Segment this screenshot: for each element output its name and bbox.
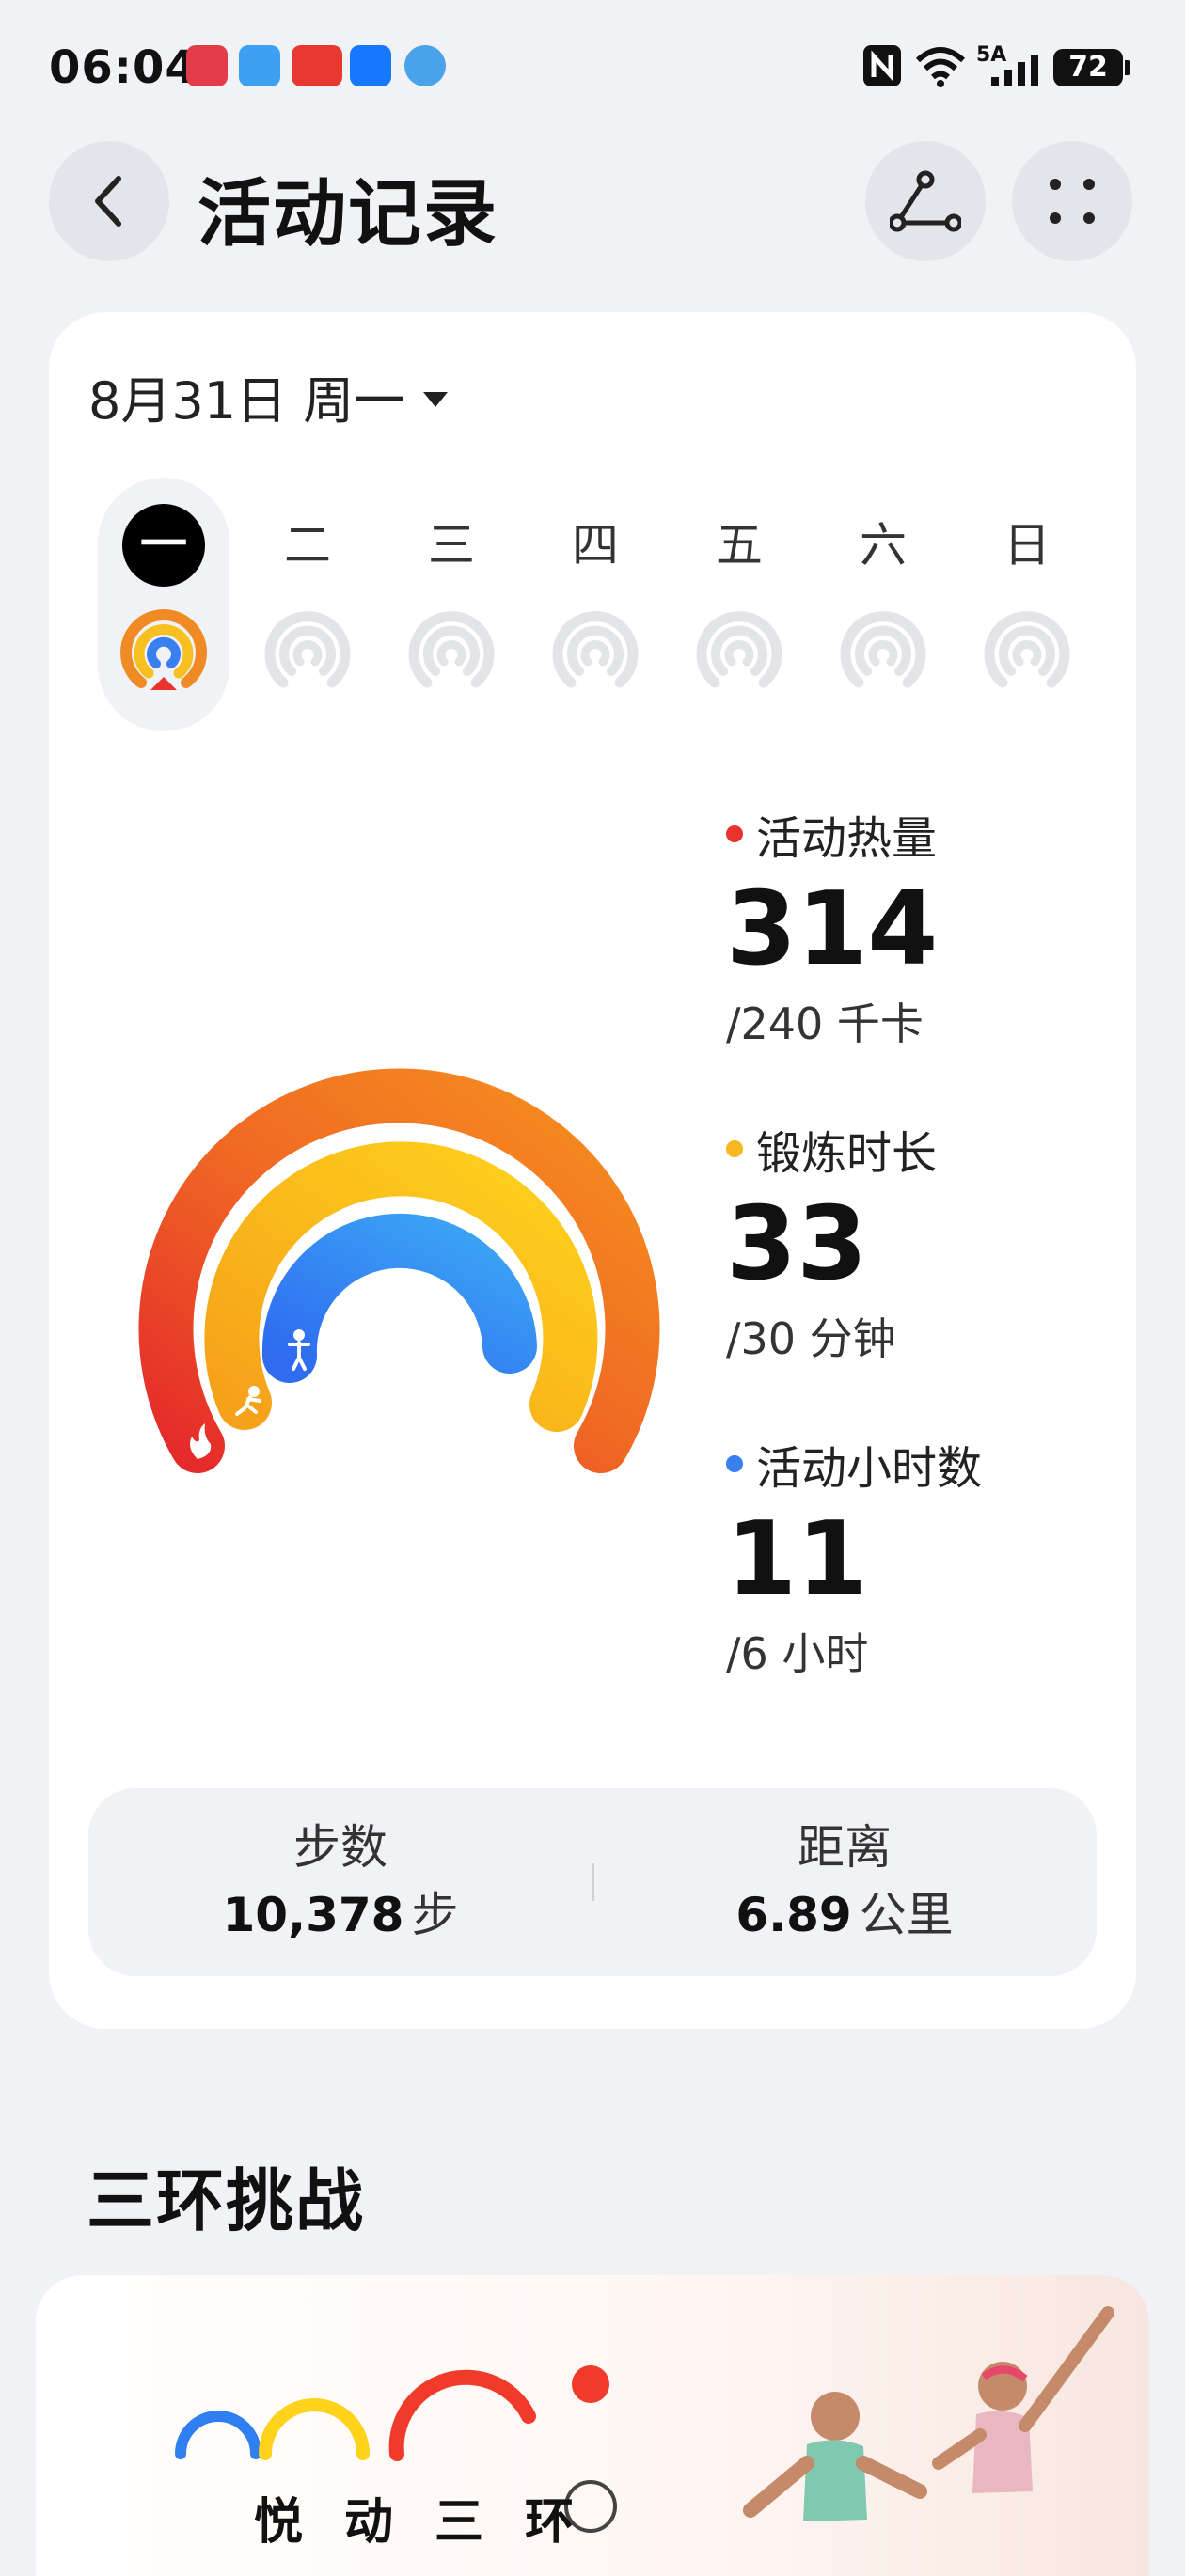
day-rings-empty-icon bbox=[408, 611, 495, 688]
day-tue[interactable]: 二 bbox=[242, 478, 373, 731]
day-sun[interactable]: 日 bbox=[961, 478, 1093, 731]
day-label: 五 bbox=[716, 518, 763, 573]
share-icon bbox=[890, 170, 961, 232]
nfc-icon bbox=[863, 45, 901, 86]
stand-label: 活动小时数 bbox=[756, 1442, 983, 1495]
exercise-dot bbox=[726, 1140, 743, 1157]
day-rings-empty-icon bbox=[264, 611, 351, 688]
day-label: 日 bbox=[1003, 518, 1051, 573]
section-title: 三环挑战 bbox=[87, 2161, 366, 2240]
calories-dot bbox=[726, 825, 743, 842]
banner-text: 悦动三环 bbox=[254, 2494, 616, 2551]
steps-label: 步数 bbox=[293, 1820, 387, 1875]
steps-value: 10,378 bbox=[222, 1888, 404, 1942]
activity-card: 8月31日 周一 一 二 三 四 五 六 日 活动热量 314 /240 千卡 … bbox=[49, 312, 1136, 2029]
stand-stat: 活动小时数 11 /6 小时 bbox=[726, 1431, 1102, 1746]
back-button[interactable] bbox=[49, 141, 169, 261]
day-label: 六 bbox=[860, 518, 907, 573]
stats-panel: 活动热量 314 /240 千卡 锻炼时长 33 /30 分钟 活动小时数 11… bbox=[726, 801, 1102, 1746]
exercise-goal: /30 分钟 bbox=[726, 1313, 896, 1364]
calories-value: 314 bbox=[726, 871, 939, 988]
day-fri[interactable]: 五 bbox=[673, 478, 805, 731]
week-strip: 一 二 三 四 五 六 日 bbox=[98, 478, 1132, 731]
day-sat[interactable]: 六 bbox=[817, 478, 949, 731]
status-bar: 06:04 5A 72 bbox=[0, 0, 1185, 132]
stand-dot bbox=[726, 1455, 743, 1472]
day-label: 三 bbox=[428, 518, 475, 573]
exercise-stat: 锻炼时长 33 /30 分钟 bbox=[726, 1116, 1102, 1431]
signal-icon bbox=[991, 55, 1038, 86]
steps-summary: 步数 10,378 步 bbox=[88, 1814, 592, 1950]
day-label: 一 bbox=[122, 504, 205, 587]
caret-down-icon bbox=[423, 391, 449, 407]
day-rings-empty-icon bbox=[696, 611, 782, 688]
distance-summary: 距离 6.89 公里 bbox=[592, 1814, 1097, 1950]
steps-unit: 步 bbox=[411, 1888, 459, 1942]
distance-unit: 公里 bbox=[859, 1888, 954, 1942]
day-rings-empty-icon bbox=[552, 611, 639, 688]
chevron-left-icon bbox=[95, 176, 121, 227]
wifi-icon bbox=[915, 47, 966, 87]
steps-distance-summary[interactable]: 步数 10,378 步 距离 6.89 公里 bbox=[88, 1788, 1097, 1976]
day-label: 二 bbox=[284, 518, 331, 573]
challenge-banner[interactable]: 悦动三环 bbox=[36, 2275, 1149, 2576]
exercise-label: 锻炼时长 bbox=[756, 1127, 938, 1180]
date-selector[interactable]: 8月31日 周一 bbox=[88, 359, 449, 433]
day-rings-empty-icon bbox=[840, 611, 926, 688]
day-rings-empty-icon bbox=[984, 611, 1070, 688]
distance-label: 距离 bbox=[798, 1820, 892, 1875]
calories-stat: 活动热量 314 /240 千卡 bbox=[726, 801, 1102, 1116]
day-label: 四 bbox=[572, 518, 619, 573]
weather-icon bbox=[239, 45, 280, 86]
more-dots-icon bbox=[1050, 179, 1095, 224]
status-time: 06:04 bbox=[49, 41, 198, 94]
day-rings-icon bbox=[120, 609, 207, 690]
day-thu[interactable]: 四 bbox=[529, 478, 661, 731]
stand-goal: /6 小时 bbox=[726, 1628, 869, 1679]
stand-ring bbox=[261, 1213, 537, 1383]
page-title: 活动记录 bbox=[198, 172, 499, 257]
activity-rings bbox=[138, 1068, 660, 1473]
calories-goal: /240 千卡 bbox=[726, 998, 924, 1049]
day-wed[interactable]: 三 bbox=[386, 478, 517, 731]
exercise-value: 33 bbox=[726, 1186, 868, 1303]
date-label: 8月31日 周一 bbox=[88, 371, 405, 431]
battery-indicator: 72 bbox=[1053, 49, 1130, 86]
distance-value: 6.89 bbox=[735, 1888, 852, 1942]
browser-icon bbox=[404, 45, 446, 86]
alipay-icon bbox=[350, 45, 391, 86]
day-mon[interactable]: 一 bbox=[98, 478, 229, 731]
calories-label: 活动热量 bbox=[756, 812, 938, 865]
more-button[interactable] bbox=[1012, 141, 1132, 261]
toutiao-icon bbox=[292, 45, 342, 86]
reader-icon bbox=[186, 45, 228, 86]
stand-value: 11 bbox=[726, 1500, 868, 1618]
share-button[interactable] bbox=[865, 141, 986, 261]
